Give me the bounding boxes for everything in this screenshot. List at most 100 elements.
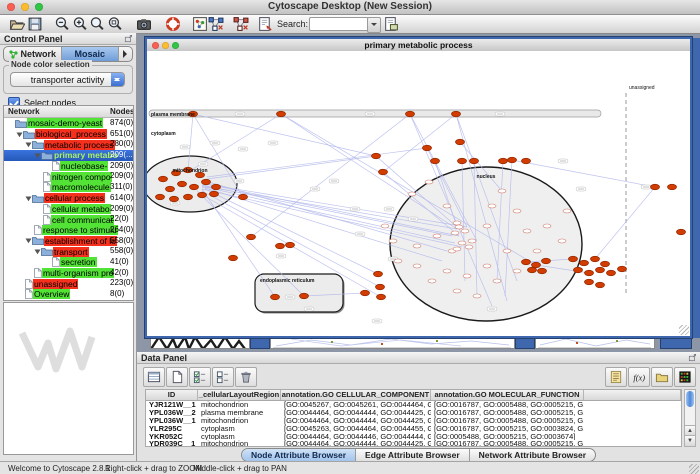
- column-header[interactable]: _cellularLayoutRegion: [198, 390, 281, 400]
- table-row[interactable]: YPL036W__1mitochondrion[GO:0044464, GO:0…: [146, 417, 681, 425]
- attr-list-button[interactable]: [605, 367, 627, 387]
- disclosure-triangle-icon[interactable]: [25, 237, 32, 244]
- network-node[interactable]: [456, 139, 465, 145]
- network-node[interactable]: [202, 179, 211, 185]
- table-row[interactable]: YLR295Ccytoplasm[GO:0045263, GO:0044464,…: [146, 425, 681, 433]
- disclosure-triangle-icon[interactable]: [34, 248, 41, 255]
- network-node[interactable]: [184, 194, 193, 200]
- network-node[interactable]: [463, 274, 471, 278]
- tree-row[interactable]: cellular process614(0): [4, 193, 133, 204]
- layout-red-button[interactable]: [233, 16, 249, 32]
- tab-network[interactable]: Network: [4, 47, 62, 61]
- network-node[interactable]: [488, 204, 496, 208]
- column-header[interactable]: annotation.GO CELLULAR_COMPONENT: [281, 390, 431, 400]
- network-node[interactable]: [413, 264, 421, 268]
- search-input[interactable]: [309, 17, 369, 31]
- network-node[interactable]: [522, 158, 531, 164]
- tab-mosaic[interactable]: Mosaic: [62, 47, 120, 61]
- network-node[interactable]: [473, 294, 481, 298]
- tree-row[interactable]: response to stimulu264(0): [4, 225, 133, 236]
- search-dropdown-arrow-icon[interactable]: [367, 17, 381, 33]
- network-node[interactable]: [458, 241, 466, 245]
- network-node[interactable]: [374, 271, 383, 277]
- network-node[interactable]: [271, 294, 280, 300]
- tab-network-attribute-browser[interactable]: Network Attribute Browser: [470, 449, 595, 461]
- network-node[interactable]: [377, 294, 386, 300]
- disclosure-triangle-icon[interactable]: [25, 141, 32, 148]
- network-node[interactable]: [585, 270, 594, 276]
- import-button[interactable]: [383, 16, 399, 32]
- network-node[interactable]: [166, 186, 175, 192]
- app-resize-grip[interactable]: [689, 464, 699, 474]
- network-node[interactable]: [677, 229, 686, 235]
- fx-button[interactable]: f(x): [628, 367, 650, 387]
- network-node[interactable]: [580, 260, 589, 266]
- network-node[interactable]: [542, 258, 551, 264]
- birdseye-view-panel[interactable]: [3, 302, 134, 455]
- network-node[interactable]: [498, 189, 506, 193]
- tree-row[interactable]: multi-organism pro42(0): [4, 268, 133, 279]
- disclosure-triangle-icon[interactable]: [25, 195, 32, 202]
- network-node[interactable]: [596, 267, 605, 273]
- network-node[interactable]: [465, 245, 473, 249]
- network-node[interactable]: [563, 209, 571, 213]
- network-node[interactable]: [585, 279, 594, 285]
- network-node[interactable]: [607, 270, 616, 276]
- tab-scroll-right-button[interactable]: [119, 47, 132, 61]
- network-node[interactable]: [425, 180, 433, 184]
- network-node[interactable]: [618, 266, 627, 272]
- network-node[interactable]: [528, 267, 537, 273]
- network-node[interactable]: [389, 239, 397, 243]
- unselect-all-button[interactable]: [212, 367, 234, 387]
- overview-button[interactable]: [192, 16, 208, 32]
- network-node[interactable]: [483, 264, 491, 268]
- network-node[interactable]: [651, 184, 660, 190]
- tab-node-attribute-browser[interactable]: Node Attribute Browser: [242, 449, 356, 461]
- table-row[interactable]: YKR052Ccytoplasm[GO:0044464, GO:0044446,…: [146, 433, 681, 441]
- tree-row[interactable]: metabolic process280(0): [4, 139, 133, 150]
- network-node[interactable]: [493, 279, 501, 283]
- network-node[interactable]: [431, 158, 440, 164]
- network-node[interactable]: [159, 176, 168, 182]
- snapshot-button[interactable]: [136, 16, 152, 32]
- network-node[interactable]: [452, 111, 461, 117]
- float-panel-icon[interactable]: [124, 34, 133, 43]
- tree-row[interactable]: Overview8(0): [4, 289, 133, 300]
- scroll-down-button[interactable]: ▼: [685, 435, 695, 446]
- tree-row[interactable]: cellular metabo209(0): [4, 204, 133, 215]
- network-node[interactable]: [451, 231, 459, 235]
- network-node[interactable]: [170, 196, 179, 202]
- column-header[interactable]: [584, 390, 681, 400]
- network-node[interactable]: [406, 111, 415, 117]
- tree-row[interactable]: nitrogen compo209(0): [4, 171, 133, 182]
- network-canvas[interactable]: plasma membranecytoplasmmitochondrionnuc…: [147, 51, 690, 336]
- network-node[interactable]: [247, 234, 256, 240]
- network-node[interactable]: [433, 234, 441, 238]
- network-node[interactable]: [229, 255, 238, 261]
- network-node[interactable]: [178, 181, 187, 187]
- tree-row[interactable]: primary metabo209(...: [4, 150, 133, 161]
- network-node[interactable]: [212, 184, 221, 190]
- zoom-fit-button[interactable]: [89, 16, 105, 32]
- network-node[interactable]: [413, 244, 421, 248]
- network-node[interactable]: [453, 289, 461, 293]
- disclosure-triangle-icon[interactable]: [16, 131, 23, 138]
- table-row[interactable]: YDR039C__1mitochondrion[GO:0044464, GO:0…: [146, 440, 681, 447]
- network-node[interactable]: [423, 145, 432, 151]
- network-node[interactable]: [198, 192, 207, 198]
- network-node[interactable]: [543, 224, 551, 228]
- network-node[interactable]: [372, 153, 381, 159]
- zoom-in-button[interactable]: [72, 16, 88, 32]
- network-node[interactable]: [503, 249, 511, 253]
- scrollbar-thumb[interactable]: [686, 391, 694, 407]
- help-button[interactable]: [165, 16, 181, 32]
- network-node[interactable]: [668, 184, 677, 190]
- tab-edge-attribute-browser[interactable]: Edge Attribute Browser: [356, 449, 470, 461]
- network-node[interactable]: [513, 209, 521, 213]
- network-node[interactable]: [522, 259, 531, 265]
- network-node[interactable]: [458, 158, 467, 164]
- node-color-combobox[interactable]: transporter activity: [10, 72, 125, 87]
- table-row[interactable]: YPL036W__2plasma membrane[GO:0044464, GO…: [146, 409, 681, 417]
- network-node[interactable]: [443, 269, 451, 273]
- network-node[interactable]: [210, 191, 219, 197]
